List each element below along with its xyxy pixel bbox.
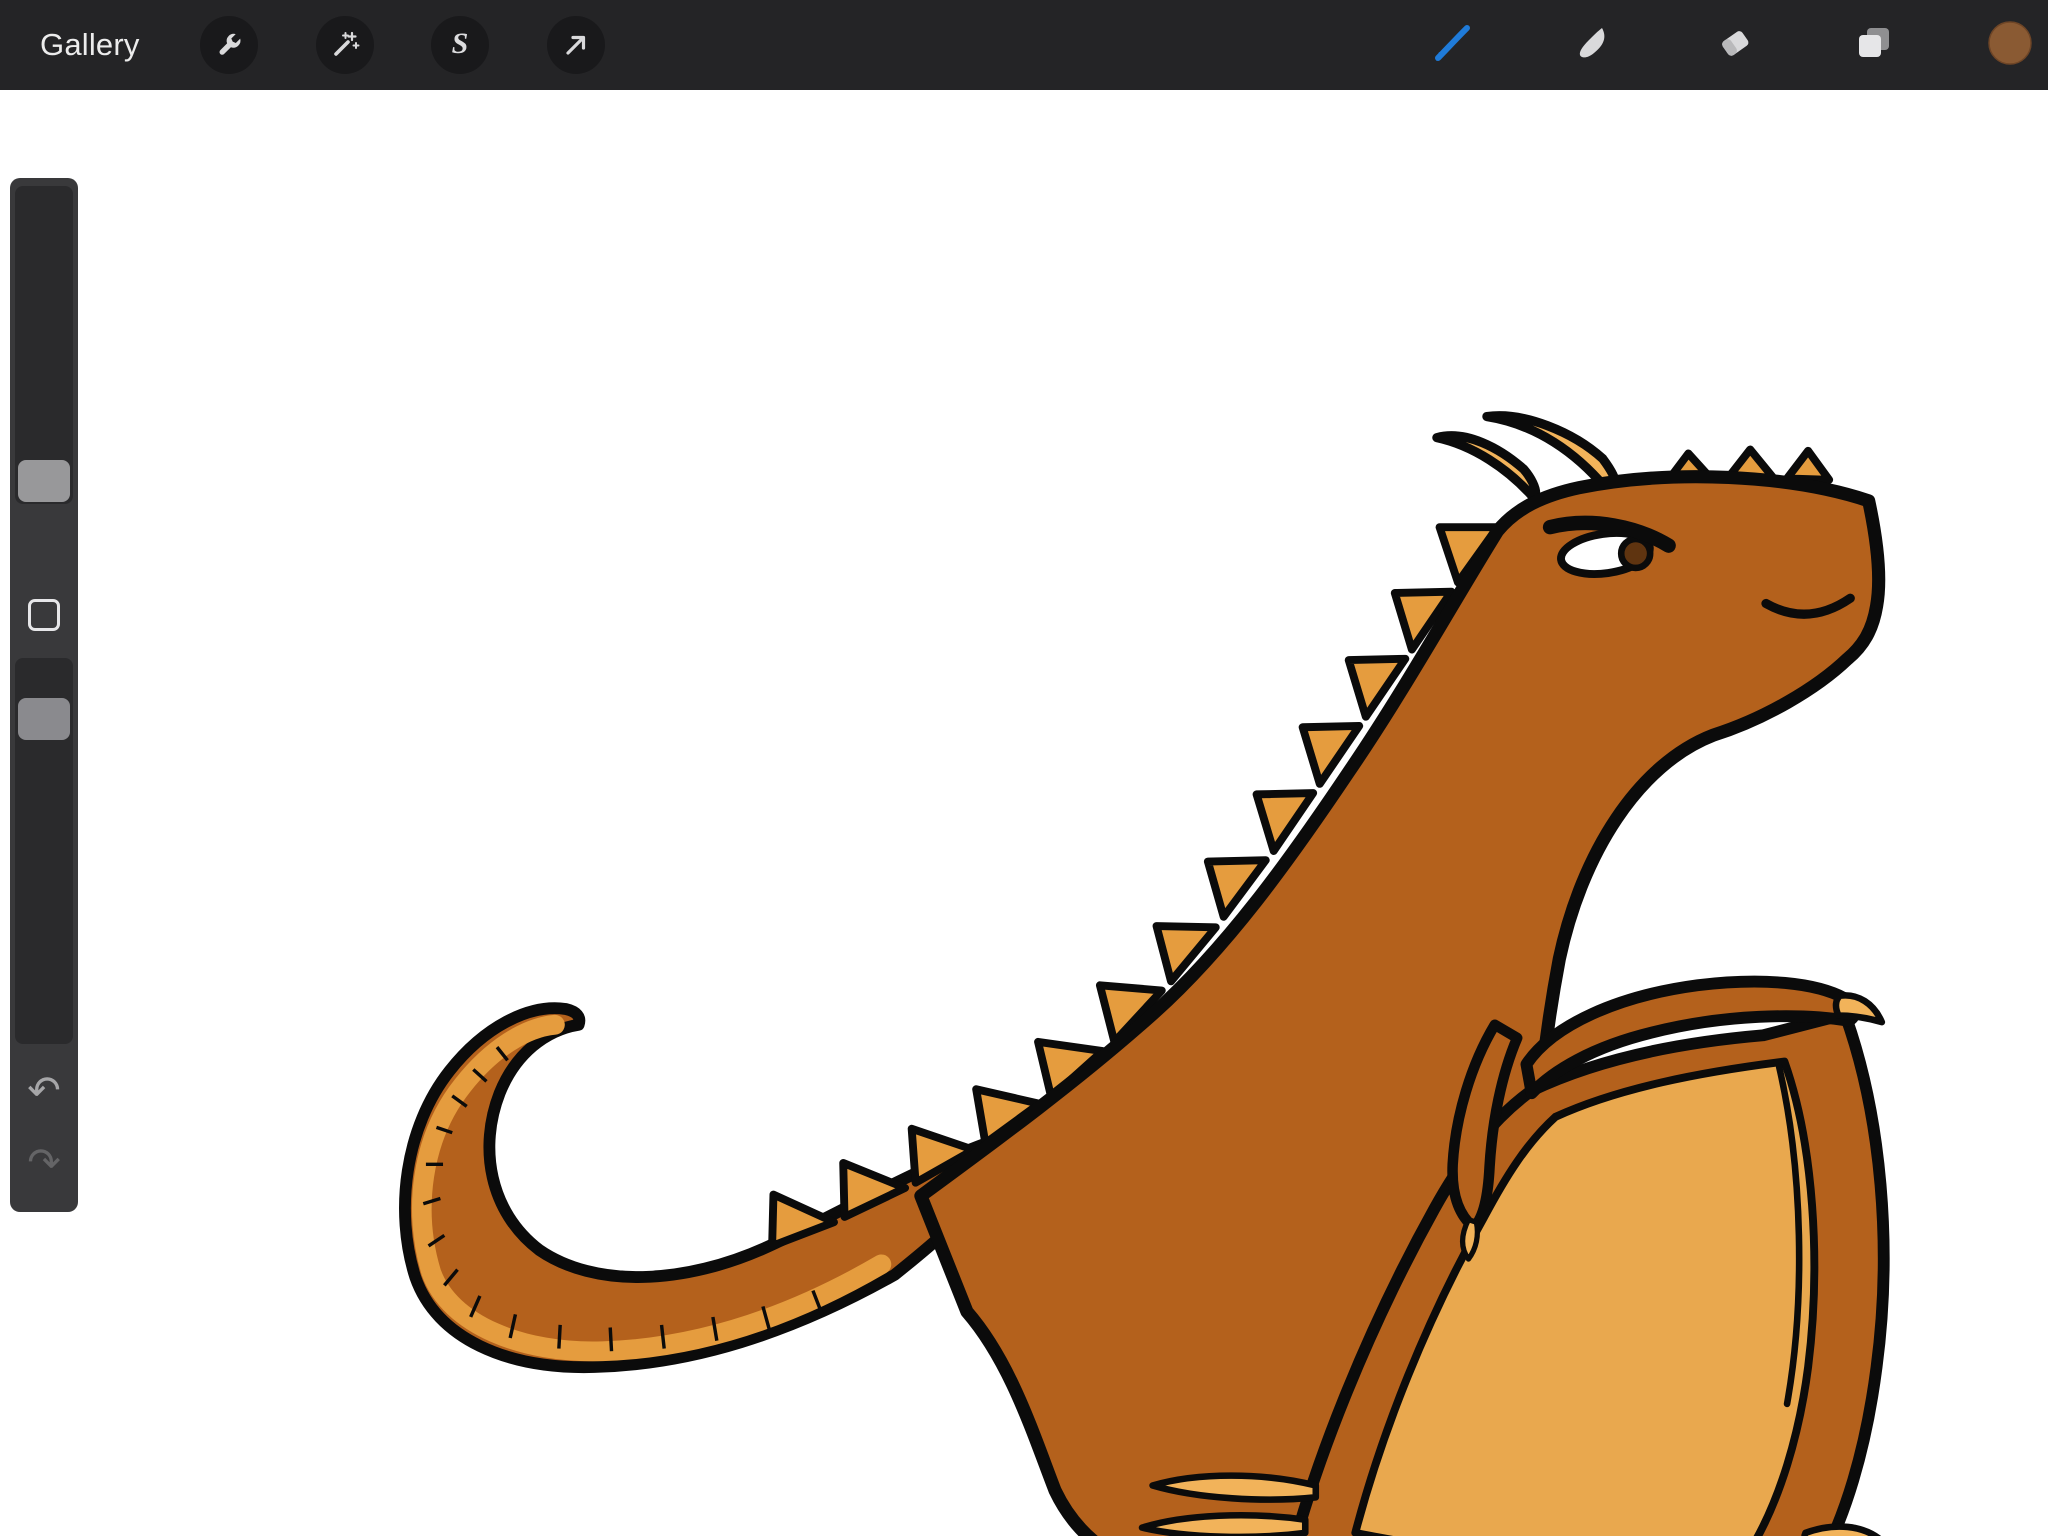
top-toolbar: Gallery S (0, 0, 2048, 90)
redo-button[interactable]: ↷ (20, 1140, 68, 1186)
dragon-rear-claw (1804, 1527, 1881, 1536)
color-swatch (1988, 21, 2032, 70)
brush-size-slider[interactable] (15, 186, 73, 504)
eraser-icon (1713, 21, 1757, 70)
opacity-handle[interactable] (18, 698, 70, 740)
brush-size-handle[interactable] (18, 460, 70, 502)
undo-arrow-icon: ↶ (27, 1068, 61, 1114)
erase-tool-button[interactable] (1713, 23, 1757, 67)
adjustments-button[interactable] (316, 16, 374, 74)
smudge-tool-button[interactable] (1571, 23, 1615, 67)
gallery-button[interactable]: Gallery (40, 0, 140, 90)
actions-button[interactable] (200, 16, 258, 74)
selection-s-icon: S (452, 27, 469, 61)
paint-brush-icon (1430, 21, 1474, 70)
dragon-artwork (368, 406, 1895, 1536)
dragon-eye-pupil (1621, 539, 1650, 568)
app-window: Gallery S (0, 0, 2048, 1536)
rounded-square-icon (28, 599, 60, 631)
undo-button[interactable]: ↶ (20, 1068, 68, 1114)
brush-sidebar: ↶ ↷ (10, 178, 78, 1212)
layers-button[interactable] (1852, 23, 1896, 67)
selection-button[interactable]: S (431, 16, 489, 74)
modify-button[interactable] (27, 598, 61, 632)
color-swatch-button[interactable] (1988, 23, 2032, 67)
layers-icon (1851, 20, 1897, 71)
drawing-canvas[interactable] (0, 90, 2048, 1536)
wrench-icon (213, 29, 245, 61)
dragon-wing-claw (1836, 995, 1882, 1022)
smudge-brush-icon (1571, 21, 1615, 70)
redo-arrow-icon: ↷ (27, 1140, 61, 1186)
transform-arrow-icon (560, 29, 592, 61)
dragon-front-claw (1463, 1220, 1478, 1259)
magic-wand-icon (329, 29, 361, 61)
transform-button[interactable] (547, 16, 605, 74)
paint-tool-button[interactable] (1430, 23, 1474, 67)
